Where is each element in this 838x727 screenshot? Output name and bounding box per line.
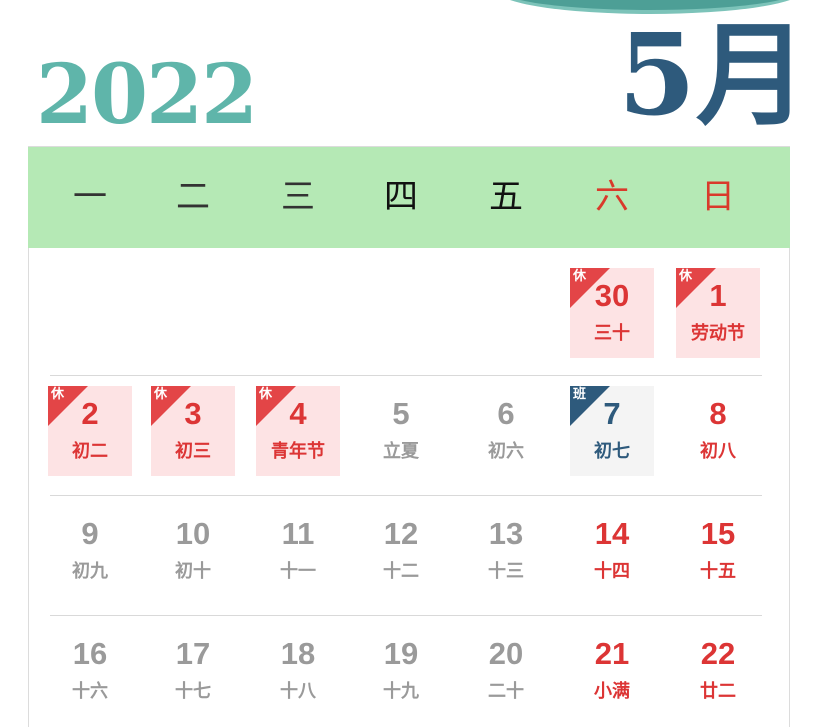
day-cell[interactable]: 17 十七: [151, 626, 235, 716]
day-cell[interactable]: 休 30 三十: [570, 268, 654, 358]
day-cell[interactable]: 9 初九: [48, 506, 132, 596]
day-number: 4: [289, 396, 307, 431]
weekday-1: 一: [73, 177, 107, 217]
row-divider: [50, 375, 762, 376]
day-cell[interactable]: 11 十一: [256, 506, 340, 596]
day-number: 10: [175, 516, 211, 551]
lunar-label: 十八: [280, 681, 316, 702]
day-cell[interactable]: 13 十三: [464, 506, 548, 596]
day-number: 3: [184, 396, 202, 431]
lunar-label: 初八: [700, 441, 736, 462]
day-number: 20: [488, 636, 524, 671]
day-cell[interactable]: 5 立夏: [359, 386, 443, 476]
day-cell[interactable]: 8 初八: [676, 386, 760, 476]
day-number: 17: [175, 636, 211, 671]
day-number: 8: [709, 396, 727, 431]
day-cell[interactable]: 15 十五: [676, 506, 760, 596]
day-cell[interactable]: 休 1 劳动节: [676, 268, 760, 358]
day-number: 21: [594, 636, 630, 671]
lunar-label: 初二: [72, 441, 108, 462]
lunar-label: 小满: [594, 681, 630, 702]
lunar-label: 立夏: [383, 441, 419, 462]
lunar-label: 十四: [594, 561, 630, 582]
lunar-label: 十七: [175, 681, 211, 702]
day-cell[interactable]: 20 二十: [464, 626, 548, 716]
lunar-label: 十九: [383, 681, 419, 702]
day-cell[interactable]: 22 廿二: [676, 626, 760, 716]
lunar-label: 十二: [383, 561, 419, 582]
day-cell[interactable]: 休 2 初二: [48, 386, 132, 476]
lunar-label: 三十: [594, 323, 630, 344]
lunar-label: 青年节: [271, 441, 325, 462]
day-cell[interactable]: 休 3 初三: [151, 386, 235, 476]
lunar-label: 十三: [488, 561, 524, 582]
day-number: 18: [280, 636, 316, 671]
day-number: 19: [383, 636, 419, 671]
day-cell[interactable]: 班 7 初七: [570, 386, 654, 476]
row-divider: [50, 495, 762, 496]
day-cell[interactable]: 12 十二: [359, 506, 443, 596]
day-number: 6: [497, 396, 515, 431]
day-number: 5: [392, 396, 410, 431]
lunar-label: 十六: [72, 681, 108, 702]
lunar-label: 十一: [280, 561, 316, 582]
day-number: 16: [72, 636, 108, 671]
day-cell[interactable]: 16 十六: [48, 626, 132, 716]
year-label: 2022: [36, 47, 258, 143]
weekday-7: 日: [701, 177, 735, 217]
lunar-label: 初七: [594, 441, 630, 462]
day-number: 12: [383, 516, 419, 551]
row-divider: [50, 615, 762, 616]
lunar-label: 二十: [488, 681, 524, 702]
day-number: 15: [700, 516, 736, 551]
day-cell[interactable]: 14 十四: [570, 506, 654, 596]
day-number: 14: [594, 516, 630, 551]
lunar-label: 劳动节: [691, 323, 745, 344]
day-cell[interactable]: 21 小满: [570, 626, 654, 716]
lunar-label: 初三: [175, 441, 211, 462]
day-number: 13: [488, 516, 524, 551]
day-number: 30: [594, 278, 630, 313]
day-cell[interactable]: 19 十九: [359, 626, 443, 716]
decorative-arc: [500, 0, 800, 10]
lunar-label: 初九: [72, 561, 108, 582]
day-cell[interactable]: 10 初十: [151, 506, 235, 596]
weekday-2: 二: [176, 177, 210, 217]
weekday-header: 一二三四五六日: [28, 147, 790, 248]
day-cell[interactable]: 18 十八: [256, 626, 340, 716]
day-number: 7: [603, 396, 621, 431]
day-cell[interactable]: 休 4 青年节: [256, 386, 340, 476]
day-number: 9: [81, 516, 99, 551]
day-number: 22: [700, 636, 736, 671]
day-number: 2: [81, 396, 99, 431]
lunar-label: 十五: [700, 561, 736, 582]
lunar-label: 廿二: [700, 681, 736, 702]
day-number: 1: [709, 278, 727, 313]
month-label: 5月: [618, 10, 808, 141]
weekday-4: 四: [384, 177, 418, 217]
weekday-3: 三: [281, 177, 315, 217]
weekday-5: 五: [489, 177, 523, 217]
day-cell[interactable]: 6 初六: [464, 386, 548, 476]
day-number: 11: [281, 516, 315, 551]
lunar-label: 初十: [175, 561, 211, 582]
weekday-6: 六: [595, 177, 629, 217]
lunar-label: 初六: [488, 441, 524, 462]
